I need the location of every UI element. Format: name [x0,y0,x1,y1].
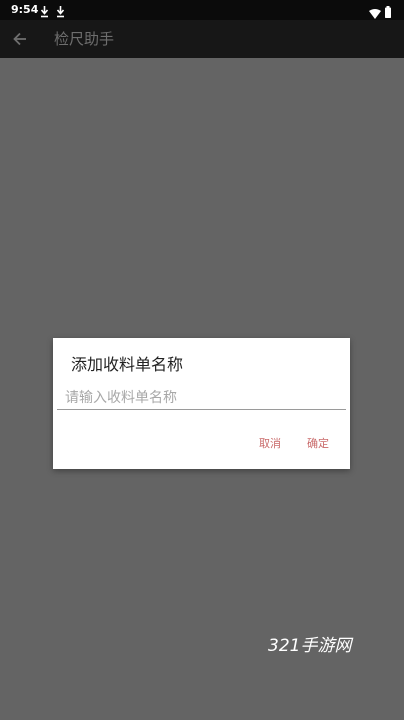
download-icon [40,3,49,18]
watermark: 321手游网 [268,636,352,656]
arrow-left-icon [13,32,26,46]
dialog-title: 添加收料单名称 [71,355,184,374]
wifi-icon [369,4,381,19]
receipt-name-input[interactable] [57,386,346,410]
app-bar: 检尺助手 [0,20,404,58]
download-icon [56,3,65,18]
back-button[interactable] [8,26,34,52]
confirm-button[interactable]: 确定 [307,436,329,452]
add-receipt-name-dialog: 添加收料单名称 取消 确定 [53,338,350,469]
status-bar: 9:54 [0,0,404,20]
status-time: 9:54 [11,3,39,16]
page-title: 检尺助手 [54,30,115,48]
cancel-button[interactable]: 取消 [259,436,281,452]
battery-icon [385,3,391,18]
